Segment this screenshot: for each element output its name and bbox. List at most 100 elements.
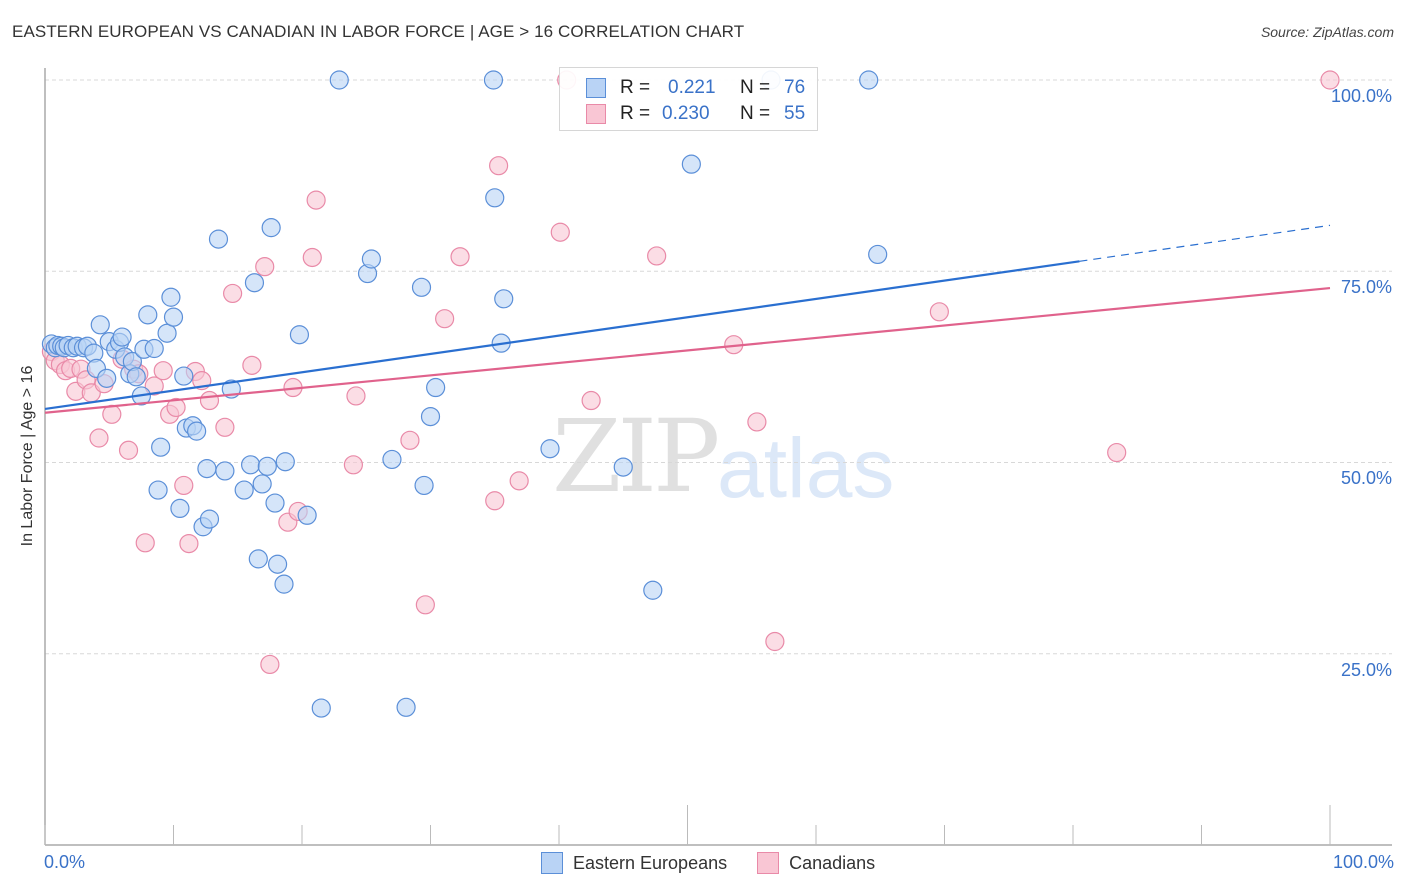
data-point [215, 461, 235, 481]
data-point [223, 283, 243, 304]
data-point [234, 480, 254, 500]
pink-swatch-icon [586, 104, 606, 124]
data-point [361, 249, 381, 269]
data-point [241, 455, 261, 475]
data-point [929, 302, 949, 322]
data-point [420, 407, 441, 427]
stats-row-eastern-europeans: R = 0.221 N = 76 [586, 76, 805, 100]
data-point [255, 257, 275, 277]
data-point [426, 377, 446, 398]
blue-swatch-icon [586, 78, 606, 98]
data-point [126, 367, 146, 387]
data-point [257, 456, 277, 476]
data-point [244, 273, 265, 293]
legend-label: Eastern Europeans [573, 852, 728, 873]
data-point [485, 491, 505, 511]
x-tick-100: 100.0% [1332, 852, 1394, 872]
data-point [199, 390, 220, 411]
trend-extension-eastern-europeans [1079, 224, 1331, 262]
blue-swatch-icon [541, 852, 563, 874]
data-point [112, 327, 132, 347]
legend-item-canadians[interactable]: Canadians [757, 852, 875, 874]
data-point [581, 390, 601, 411]
data-point [643, 580, 663, 600]
data-point [550, 222, 570, 242]
data-point [346, 386, 366, 406]
data-point [859, 70, 879, 90]
trend-line-canadians [44, 286, 1331, 414]
y-tick-75: 75.0% [1340, 277, 1392, 297]
data-point [765, 631, 785, 652]
n-value: 55 [784, 103, 806, 124]
data-point [148, 480, 168, 500]
data-point [248, 549, 268, 569]
r-value: 0.230 [662, 103, 710, 124]
data-point [153, 361, 173, 381]
data-point [163, 307, 184, 327]
data-point [187, 421, 207, 441]
data-point [306, 190, 326, 210]
data-point [197, 459, 217, 479]
data-point [215, 417, 235, 437]
n-label: N = [740, 77, 771, 98]
data-point [242, 355, 262, 375]
data-point [400, 430, 420, 450]
data-point [138, 305, 158, 325]
data-point [494, 289, 514, 309]
n-label: N = [740, 103, 771, 124]
data-point [265, 493, 285, 513]
data-point [489, 156, 509, 176]
data-point [275, 452, 295, 472]
data-point [260, 654, 280, 675]
stats-row-canadians: R = 0.230 N = 55 [586, 102, 805, 126]
data-point [89, 428, 109, 448]
y-axis-label: In Labor Force | Age > 16 [19, 365, 36, 547]
data-point [415, 595, 435, 615]
data-point [261, 218, 281, 238]
data-point [411, 277, 432, 297]
data-point [302, 247, 322, 268]
data-point [485, 188, 505, 208]
data-point [90, 315, 110, 335]
trend-line-eastern-europeans [44, 260, 1080, 411]
data-point [274, 574, 294, 594]
data-point [157, 323, 177, 343]
data-point [396, 697, 416, 717]
data-point [161, 287, 181, 307]
data-point [483, 70, 504, 90]
y-tick-50: 50.0% [1340, 468, 1392, 488]
data-point [329, 70, 349, 90]
data-point [174, 475, 194, 496]
data-point [613, 457, 633, 477]
data-point [144, 338, 164, 359]
data-point [170, 498, 190, 518]
data-point [97, 368, 117, 388]
n-value: 76 [784, 77, 806, 98]
data-point [868, 244, 888, 265]
data-point [297, 505, 317, 525]
data-point [450, 247, 470, 267]
y-tick-25: 25.0% [1340, 660, 1392, 680]
data-point [540, 439, 560, 459]
legend-item-eastern-europeans[interactable]: Eastern Europeans [541, 852, 727, 874]
data-point [151, 437, 171, 457]
data-point [179, 533, 199, 554]
data-point [509, 471, 529, 491]
series-legend: Eastern Europeans Canadians [541, 852, 905, 874]
data-point [747, 412, 767, 432]
data-point [252, 474, 272, 494]
data-point [647, 246, 667, 266]
data-point [118, 440, 139, 460]
data-point [414, 475, 434, 496]
data-point [311, 698, 331, 718]
data-point [174, 366, 194, 386]
r-label: R = [620, 77, 651, 98]
series-eastern-europeans [41, 70, 888, 718]
stats-legend: R = 0.221 N = 76 R = 0.230 N = 55 [559, 67, 818, 131]
data-point [343, 455, 363, 475]
scatter-plot [41, 68, 1392, 846]
data-point [289, 325, 310, 345]
r-value: 0.221 [668, 77, 716, 98]
data-point [208, 229, 229, 249]
x-tick-0: 0.0% [44, 852, 86, 872]
